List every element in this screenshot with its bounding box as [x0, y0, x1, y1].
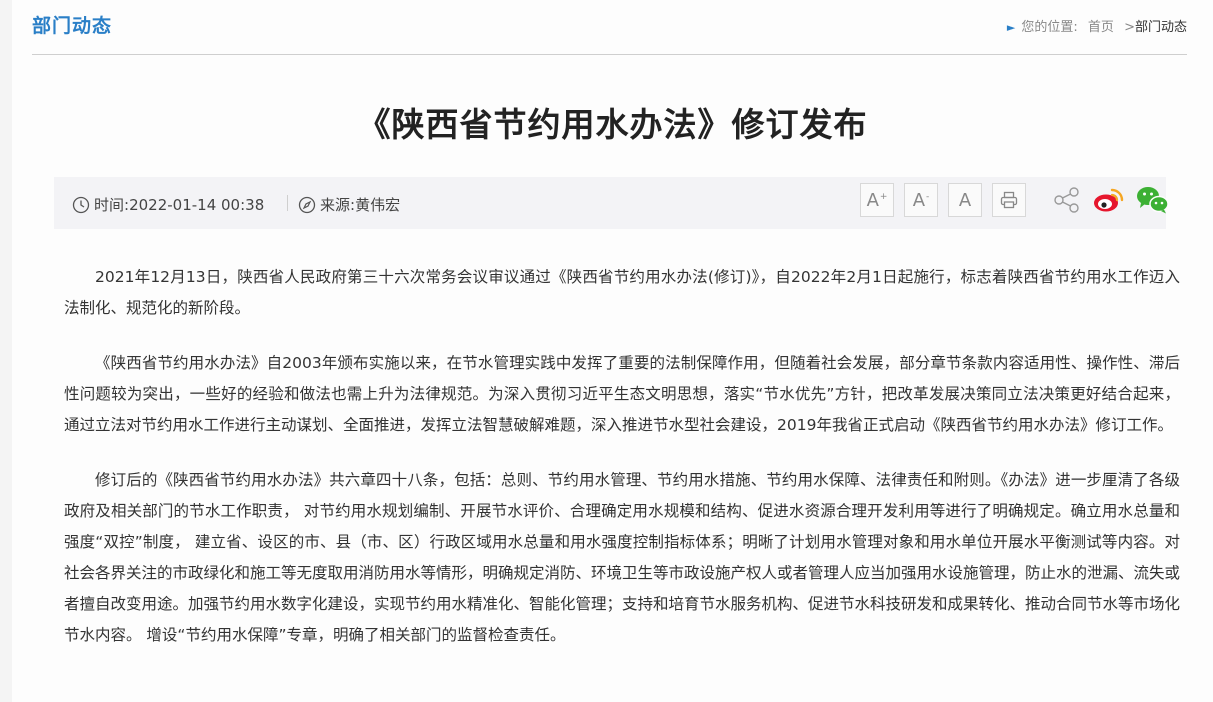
breadcrumb-prefix: 您的位置:: [1021, 20, 1078, 35]
compass-icon: [298, 196, 316, 213]
article-paragraph: 《陕西省节约用水办法》自2003年颁布实施以来，在节水管理实践中发挥了重要的法制…: [64, 354, 1180, 434]
meta-divider: [287, 195, 288, 211]
font-increase-label: A: [866, 189, 879, 211]
breadcrumb-separator: >: [1124, 20, 1135, 35]
wechat-icon[interactable]: [1136, 185, 1170, 215]
font-decrease-mark: -: [926, 192, 930, 202]
font-reset-label: A: [958, 189, 972, 211]
article-source: 来源: 黄伟宏: [298, 194, 400, 215]
breadcrumb-current: 部门动态: [1134, 20, 1187, 35]
article-body: 2021年12月13日，陕西省人民政府第三十六次常务会议审议通过《陕西省节约用水…: [64, 262, 1180, 675]
source-label: 来源:: [320, 196, 356, 214]
printer-icon: [1000, 191, 1018, 209]
page-container: 部门动态 ► 您的位置: 首页 >部门动态 《陕西省节约用水办法》修订发布 时间:…: [12, 0, 1213, 702]
share-icon[interactable]: [1052, 185, 1082, 215]
section-header: 部门动态 ► 您的位置: 首页 >部门动态: [32, 0, 1187, 55]
article-paragraph: 2021年12月13日，陕西省人民政府第三十六次常务会议审议通过《陕西省节约用水…: [64, 268, 1180, 317]
font-size-reset-button[interactable]: A: [948, 183, 982, 217]
font-size-decrease-button[interactable]: A-: [904, 183, 938, 217]
breadcrumb-home-link[interactable]: 首页: [1088, 20, 1114, 35]
article-paragraph: 修订后的《陕西省节约用水办法》共六章四十八条，包括：总则、节约用水管理、节约用水…: [64, 471, 1181, 644]
source-value: 黄伟宏: [355, 196, 401, 214]
breadcrumb: ► 您的位置: 首页 >部门动态: [1007, 16, 1187, 35]
print-button[interactable]: [992, 183, 1026, 217]
article-title: 《陕西省节约用水办法》修订发布: [357, 105, 868, 144]
section-title: 部门动态: [32, 15, 113, 37]
publish-time: 时间: 2022-01-14 00:38: [72, 194, 264, 215]
font-decrease-label: A: [912, 189, 926, 211]
time-value: 2022-01-14 00:38: [129, 195, 265, 214]
breadcrumb-arrow-icon: ►: [1006, 21, 1016, 34]
clock-icon: [72, 196, 90, 213]
font-size-increase-button[interactable]: A +: [860, 183, 894, 217]
weibo-icon[interactable]: [1092, 184, 1126, 214]
time-label: 时间:: [94, 196, 130, 214]
font-increase-mark: +: [879, 192, 888, 202]
article-meta-bar: 时间: 2022-01-14 00:38 来源: 黄伟宏 A + A- A: [54, 177, 1169, 229]
